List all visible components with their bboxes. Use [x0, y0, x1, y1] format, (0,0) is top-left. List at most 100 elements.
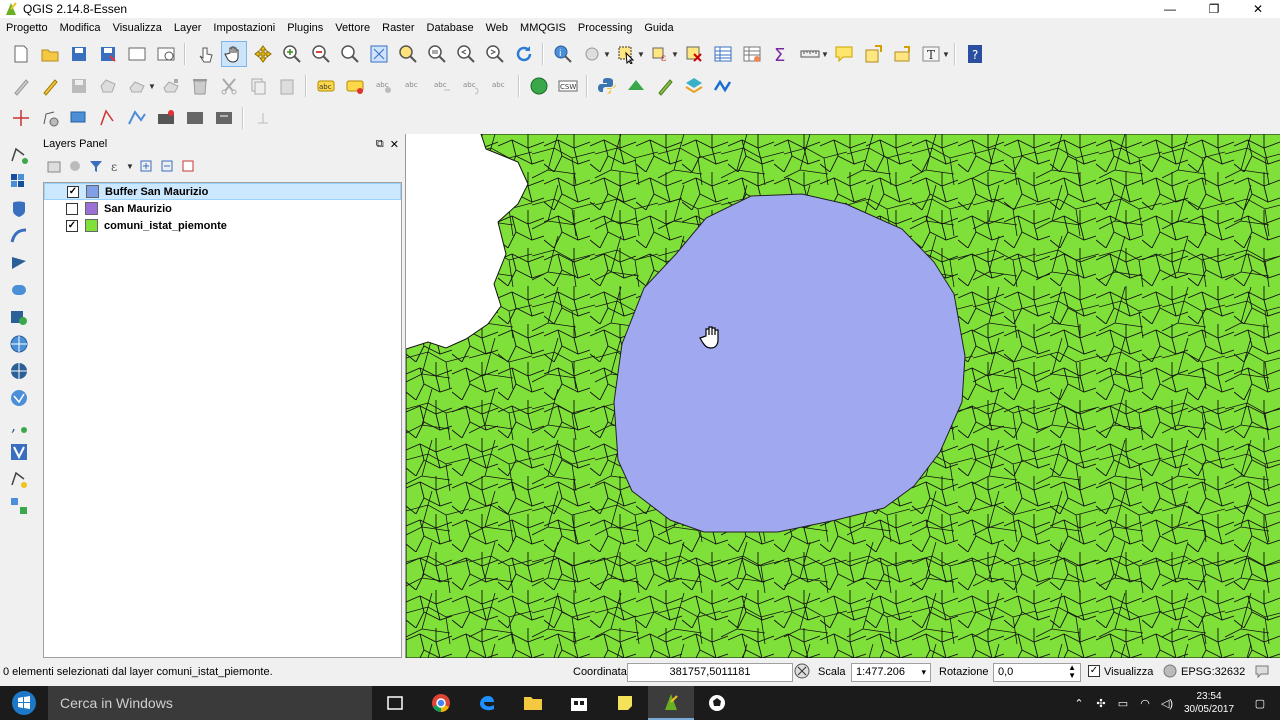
menu-database[interactable]: Database: [421, 19, 480, 37]
menu-guida[interactable]: Guida: [638, 19, 679, 37]
qgis-taskbar-icon[interactable]: [648, 686, 694, 720]
chevron-down-icon[interactable]: ▼: [126, 162, 134, 171]
layer-row-buffer-san-maurizio[interactable]: ✓ Buffer San Maurizio: [44, 183, 401, 200]
menu-raster[interactable]: Raster: [376, 19, 420, 37]
coordinate-field[interactable]: 381757,5011181: [627, 662, 793, 682]
filter-legend-icon[interactable]: [87, 157, 105, 175]
layer-labeling-icon[interactable]: abc: [313, 73, 339, 99]
filter-expression-icon[interactable]: ε: [108, 157, 126, 175]
add-db2-layer-icon[interactable]: [6, 277, 32, 302]
chevron-down-icon[interactable]: ▼: [148, 82, 156, 91]
battery-icon[interactable]: ▭: [1112, 686, 1134, 720]
layer-row-san-maurizio[interactable]: San Maurizio: [44, 200, 401, 217]
layer-style-icon[interactable]: [45, 157, 63, 175]
menu-mmqgis[interactable]: MMQGIS: [514, 19, 572, 37]
add-wfs-layer-icon[interactable]: [6, 385, 32, 410]
new-project-icon[interactable]: [8, 41, 34, 67]
network-apps-icon[interactable]: ✣: [1090, 686, 1112, 720]
add-wcs-layer-icon[interactable]: [6, 358, 32, 383]
layer-plugin-icon[interactable]: [681, 73, 707, 99]
reshape-features-icon[interactable]: [66, 105, 92, 131]
sticky-notes-icon[interactable]: [602, 686, 648, 720]
chevron-down-icon[interactable]: ▼: [942, 50, 950, 59]
minimize-button[interactable]: —: [1148, 0, 1192, 18]
new-shapefile-layer-icon[interactable]: [6, 466, 32, 491]
close-panel-icon[interactable]: ✕: [390, 138, 399, 151]
menu-modifica[interactable]: Modifica: [54, 19, 107, 37]
add-delimited-text-layer-icon[interactable]: ,: [6, 412, 32, 437]
open-project-icon[interactable]: [37, 41, 63, 67]
copy-features-icon[interactable]: [245, 73, 271, 99]
zoom-last-icon[interactable]: [453, 41, 479, 67]
add-ring-icon[interactable]: [37, 105, 63, 131]
new-bookmark-icon[interactable]: [860, 41, 886, 67]
layer-visibility-checkbox[interactable]: ✓: [67, 185, 79, 198]
node-tool-icon[interactable]: [158, 73, 184, 99]
paste-features-icon[interactable]: [274, 73, 300, 99]
csw-plugin-icon[interactable]: CSW: [555, 73, 581, 99]
crs-icon[interactable]: [1162, 663, 1178, 682]
menu-plugins[interactable]: Plugins: [281, 19, 329, 37]
add-raster-layer-icon[interactable]: [6, 169, 32, 194]
layer-visibility-checkbox[interactable]: [66, 202, 78, 215]
chrome-icon[interactable]: [418, 686, 464, 720]
layer-visibility-checkbox[interactable]: ✓: [66, 219, 78, 232]
menu-web[interactable]: Web: [480, 19, 514, 37]
select-features-icon[interactable]: [613, 41, 639, 67]
menu-layer[interactable]: Layer: [168, 19, 208, 37]
render-checkbox[interactable]: ✓: [1088, 665, 1100, 677]
menu-impostazioni[interactable]: Impostazioni: [207, 19, 281, 37]
chevron-down-icon[interactable]: ▼: [821, 50, 829, 59]
edge-icon[interactable]: [464, 686, 510, 720]
select-by-expression-icon[interactable]: ε: [647, 41, 673, 67]
python-console-icon[interactable]: [594, 73, 620, 99]
zoom-next-icon[interactable]: [482, 41, 508, 67]
float-panel-icon[interactable]: ⧉: [376, 138, 384, 151]
scale-combobox[interactable]: 1:477.206 ▾: [851, 662, 931, 682]
messages-icon[interactable]: [1254, 663, 1270, 682]
add-mssql-layer-icon[interactable]: [6, 250, 32, 275]
menu-vettore[interactable]: Vettore: [329, 19, 376, 37]
change-label-icon[interactable]: abc: [487, 73, 513, 99]
merge-features-icon[interactable]: [182, 105, 208, 131]
add-vector-layer-icon[interactable]: [6, 142, 32, 167]
chevron-up-icon[interactable]: ⌃: [1068, 686, 1090, 720]
chevron-down-icon[interactable]: ▼: [671, 50, 679, 59]
maximize-button[interactable]: ❐: [1192, 0, 1236, 18]
zoom-to-layer-icon[interactable]: [424, 41, 450, 67]
store-icon[interactable]: [556, 686, 602, 720]
chevron-down-icon[interactable]: ▼: [603, 50, 611, 59]
pan-map-icon[interactable]: [220, 41, 247, 67]
start-button[interactable]: [0, 686, 48, 720]
touch-zoom-icon[interactable]: [192, 41, 218, 67]
volume-icon[interactable]: ◁): [1156, 686, 1178, 720]
pan-to-selection-icon[interactable]: [250, 41, 276, 67]
add-wfs-service-icon[interactable]: [6, 493, 32, 518]
collapse-all-icon[interactable]: [158, 157, 176, 175]
remove-layer-icon[interactable]: [179, 157, 197, 175]
toggle-extents-icon[interactable]: [793, 662, 811, 680]
add-virtual-layer-icon[interactable]: [6, 439, 32, 464]
graph-plugin-icon[interactable]: [710, 73, 736, 99]
rotate-label-icon[interactable]: abc: [458, 73, 484, 99]
chevron-down-icon[interactable]: ▼: [637, 50, 645, 59]
menu-progetto[interactable]: Progetto: [0, 19, 54, 37]
zoom-to-selection-icon[interactable]: [395, 41, 421, 67]
notifications-icon[interactable]: ▢: [1240, 686, 1280, 720]
delete-selected-icon[interactable]: [187, 73, 213, 99]
refresh-icon[interactable]: [511, 41, 537, 67]
save-as-icon[interactable]: [95, 41, 121, 67]
current-edits-icon[interactable]: [8, 73, 34, 99]
crs-status[interactable]: EPSG:32632: [1181, 666, 1245, 678]
taskbar-search[interactable]: Cerca in Windows: [48, 686, 372, 720]
rotation-spinbox[interactable]: 0,0 ▲ ▼: [993, 662, 1081, 682]
task-view-icon[interactable]: [372, 686, 418, 720]
cut-features-icon[interactable]: [216, 73, 242, 99]
help-icon[interactable]: ?: [962, 41, 988, 67]
add-oracle-layer-icon[interactable]: [6, 304, 32, 329]
run-action-icon[interactable]: [579, 41, 605, 67]
text-annotation-icon[interactable]: T: [918, 41, 944, 67]
move-feature-icon[interactable]: [124, 73, 150, 99]
add-spatialite-layer-icon[interactable]: [6, 223, 32, 248]
highlight-pinned-labels-icon[interactable]: [342, 73, 368, 99]
